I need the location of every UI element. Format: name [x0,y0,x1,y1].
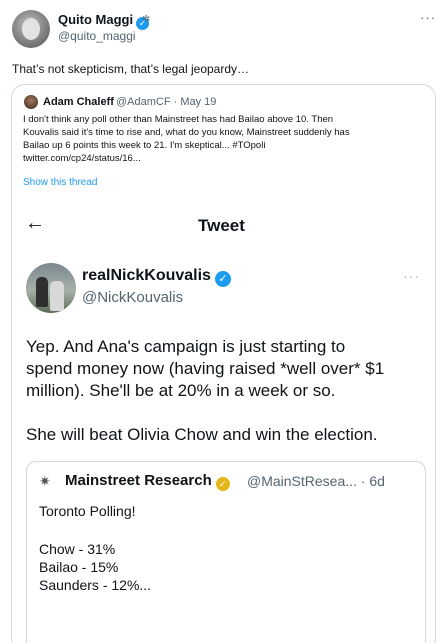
nested-body-line: Bailao - 15% [39,559,119,575]
gold-verified-icon: ✓ [215,477,230,491]
author-name-text[interactable]: Quito Maggi [58,12,133,27]
tweet-text: That’s not skepticism, that’s legal jeop… [12,62,250,76]
affiliate-icon: ✲ [142,14,151,25]
author-handle[interactable]: @quito_maggi [58,29,136,43]
avatar[interactable] [12,10,50,48]
embedded-body-line: She will beat Olivia Chow and win the el… [26,425,378,444]
quoted-body-line: Kouvalis said it's time to rise and, wha… [23,127,350,138]
nested-meta: @MainStResea... · 6d [247,473,385,489]
quoted-body: I don't think any poll other than Mainst… [23,113,428,165]
nested-author-name: Mainstreet Research ✓ [65,472,230,491]
tweet: Quito Maggi ✓ ✲ @quito_maggi ··· That’s n… [0,0,445,643]
show-thread-link[interactable]: Show this thread [23,177,98,188]
nested-body: Toronto Polling! Chow - 31% Bailao - 15%… [39,502,151,594]
embedded-author-name: realNickKouvalis ✓ [82,267,231,287]
embedded-body-line: million). She'll be at 20% in a week or … [26,381,336,400]
embedded-avatar [26,263,76,313]
quoted-meta: @AdamCF · May 19 [116,96,217,108]
nested-quote-card: ✷ Mainstreet Research ✓ @MainStResea... ·… [26,461,426,643]
quoted-body-line: I don't think any poll other than Mainst… [23,114,334,125]
embedded-author-handle: @NickKouvalis [82,289,184,306]
embedded-body: Yep. And Ana's campaign is just starting… [26,336,426,446]
embedded-body-line: spend money now (having raised *well ove… [26,359,385,378]
mainstreet-logo-icon: ✷ [39,473,51,489]
page-title: Tweet [198,216,245,235]
nested-body-line: Toronto Polling! [39,503,136,519]
more-options-button[interactable]: ··· [420,10,436,25]
verified-icon: ✓ [214,271,231,287]
embedded-body-line: Yep. And Ana's campaign is just starting… [26,337,346,356]
nested-body-line: Chow - 31% [39,541,116,557]
embedded-author-name-text: realNickKouvalis [82,267,211,284]
quoted-avatar[interactable] [24,95,38,109]
quoted-link[interactable]: twitter.com/cp24/status/16... [23,152,428,165]
more-icon: ··· [403,268,420,284]
author-name[interactable]: Quito Maggi ✓ [58,12,150,30]
quoted-body-line: Bailao up 6 points this week to 21. I'm … [23,140,266,151]
back-arrow-icon: ← [25,212,45,234]
quoted-author-name[interactable]: Adam Chaleff [43,96,114,108]
nested-body-line: Saunders - 12%... [39,577,152,593]
nested-author-name-text: Mainstreet Research [65,472,212,489]
embedded-screenshot: ← Tweet realNickKouvalis ✓ @NickKouvalis … [12,195,435,643]
quoted-tweet-card[interactable]: Adam Chaleff @AdamCF · May 19 I don't th… [11,84,436,643]
